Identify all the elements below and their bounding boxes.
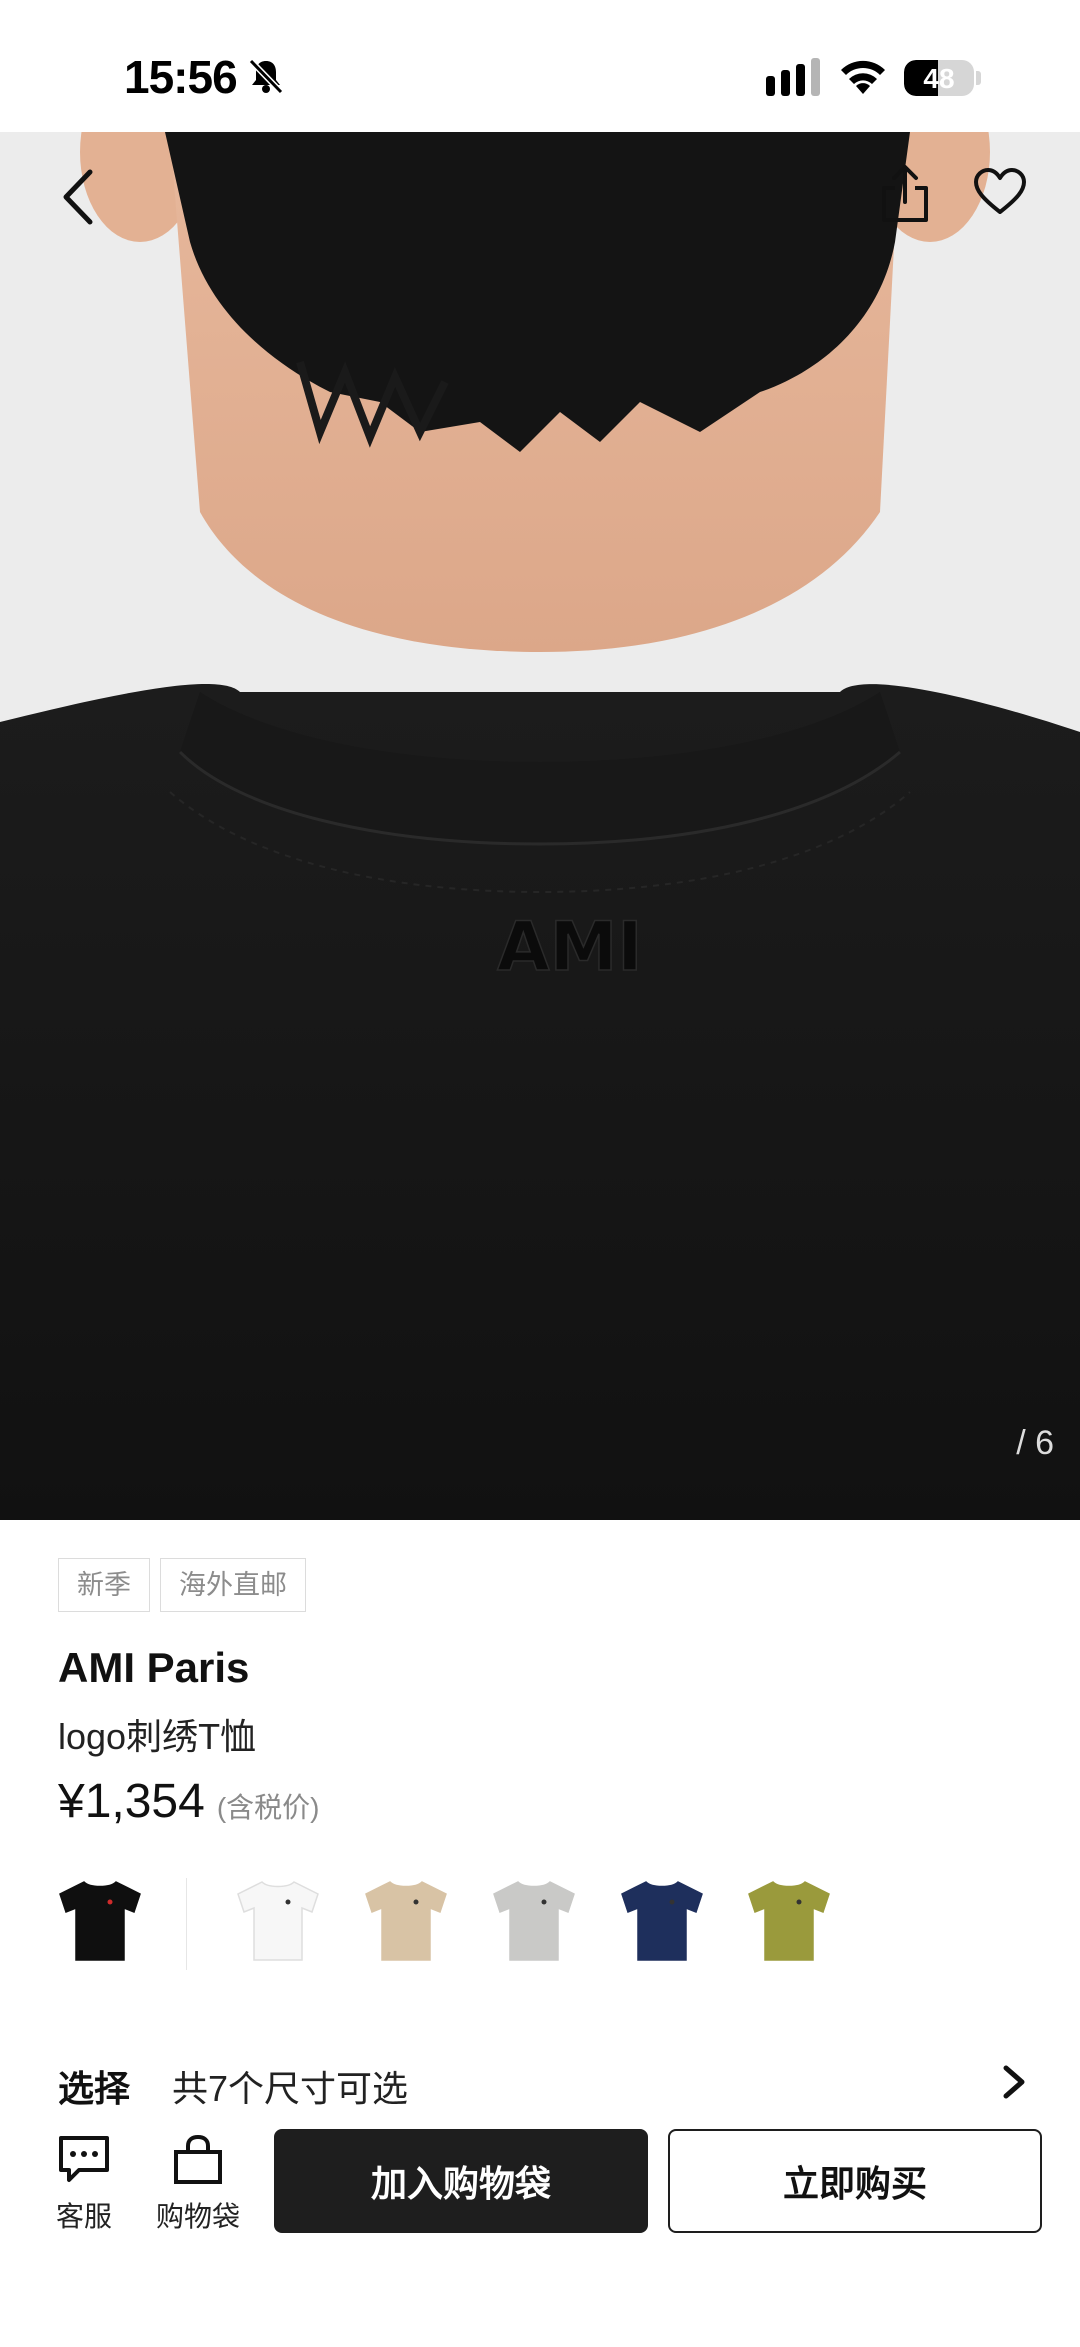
shopping-bag-icon — [174, 2134, 222, 2184]
logo-dot — [285, 1899, 291, 1905]
logo-dot — [669, 1899, 675, 1905]
bottom-action-bar: 客服 购物袋 加入购物袋 立即购买 — [0, 2120, 1080, 2347]
tshirt-icon — [365, 1881, 447, 1961]
size-select-value: 共7个尺寸可选 — [172, 2068, 409, 2109]
product-brand[interactable]: AMI Paris — [58, 1644, 249, 1692]
tshirt-icon — [748, 1881, 830, 1961]
shopping-bag-label: 购物袋 — [155, 2201, 240, 2232]
tag-overseas-direct: 海外直邮 — [160, 1558, 306, 1612]
add-to-bag-button[interactable]: 加入购物袋 — [274, 2129, 648, 2233]
chat-bubble-icon — [59, 2136, 109, 2182]
color-swatch-beige[interactable] — [356, 1868, 466, 1978]
image-counter: / 6 — [1016, 1424, 1054, 1462]
embroidered-logo: AMI — [497, 908, 643, 987]
product-name: logo刺绣T恤 — [58, 1716, 257, 1757]
tshirt-icon — [621, 1881, 703, 1961]
tshirt-icon — [237, 1881, 319, 1961]
status-bar: 15:56 48 — [0, 0, 1080, 132]
color-swatch-olive[interactable] — [739, 1868, 849, 1978]
customer-service-label: 客服 — [55, 2201, 112, 2232]
tshirt-icon — [493, 1881, 575, 1961]
tshirt-icon — [59, 1881, 141, 1961]
price-note: (含税价) — [216, 1792, 320, 1823]
signal-icon — [766, 58, 820, 96]
status-time: 15:56 — [124, 51, 238, 103]
battery-level: 48 — [923, 63, 955, 94]
customer-service-button[interactable]: 客服 — [34, 2134, 134, 2235]
share-icon[interactable] — [878, 162, 932, 226]
logo-dot — [796, 1899, 802, 1905]
color-swatches — [40, 1868, 1040, 1978]
tag-new-season: 新季 — [58, 1558, 150, 1612]
back-arrow-icon[interactable] — [54, 162, 104, 232]
buy-now-button[interactable]: 立即购买 — [668, 2129, 1042, 2233]
wifi-icon — [841, 60, 885, 94]
price-row: ¥1,354 (含税价) — [58, 1774, 319, 1829]
color-swatch-navy[interactable] — [612, 1868, 722, 1978]
color-swatch-white[interactable] — [228, 1868, 338, 1978]
battery-icon: 48 — [904, 60, 974, 96]
logo-dot — [541, 1899, 547, 1905]
size-select-label: 选择 — [58, 2068, 131, 2109]
chevron-right-icon — [1003, 2065, 1025, 2099]
logo-dot — [413, 1899, 419, 1905]
logo-dot — [107, 1899, 113, 1905]
swatch-divider — [186, 1878, 187, 1970]
product-tags: 新季 海外直邮 — [58, 1558, 306, 1612]
bell-muted-icon — [248, 58, 284, 95]
size-select-row[interactable]: 选择 共7个尺寸可选 — [58, 2052, 1028, 2112]
battery-tip — [976, 71, 981, 85]
color-swatch-grey[interactable] — [484, 1868, 594, 1978]
product-image-gallery[interactable]: AMI / 6 — [0, 132, 1080, 1520]
color-swatch-black[interactable] — [50, 1868, 160, 1978]
shopping-bag-button[interactable]: 购物袋 — [148, 2134, 248, 2235]
product-price: ¥1,354 — [58, 1775, 205, 1828]
heart-icon[interactable] — [972, 166, 1028, 218]
product-photo: AMI — [0, 132, 1080, 1520]
